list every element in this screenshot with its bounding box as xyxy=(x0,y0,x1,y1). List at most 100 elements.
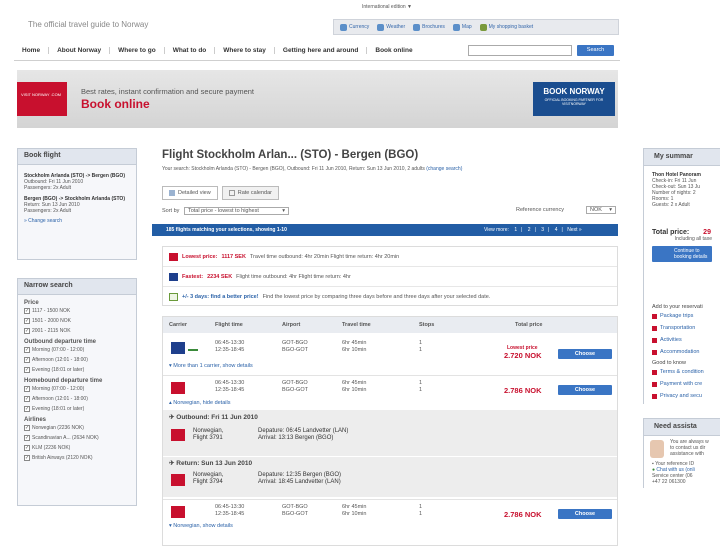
checkbox[interactable]: ✓ xyxy=(24,308,30,314)
payment-link[interactable]: Payment with cre xyxy=(652,378,712,390)
fastest-row[interactable]: Fastest: 2234 SEK Flight time outbound: 4h… xyxy=(163,267,617,287)
checkbox[interactable]: ✓ xyxy=(24,435,30,441)
outbound-time-option[interactable]: ✓ Evening (18:01 or later) xyxy=(24,365,130,375)
choose-button[interactable]: Choose xyxy=(558,385,612,395)
brochures-link[interactable]: Brochures xyxy=(413,23,445,31)
international-edition-link[interactable]: International edition ▼ xyxy=(362,4,412,10)
page-link[interactable]: 1 xyxy=(514,227,517,233)
airport: GOT-BGO xyxy=(282,504,308,510)
choose-button[interactable]: Choose xyxy=(558,509,612,519)
change-search-inline-link[interactable]: (change search) xyxy=(426,166,462,172)
nav-where-to-stay[interactable]: Where to stay xyxy=(215,47,275,54)
shopping-basket-link[interactable]: My shopping basket xyxy=(479,23,533,31)
stops: 1 xyxy=(419,504,423,510)
page-link[interactable]: 2 xyxy=(528,227,531,233)
col-carrier: Carrier xyxy=(169,322,188,328)
col-stops: Stops xyxy=(419,322,435,328)
travel-time: 6hr 45min xyxy=(342,340,367,346)
norwegian-logo-icon xyxy=(171,506,185,518)
page-link[interactable]: 3 xyxy=(541,227,544,233)
show-details-link[interactable]: ▾ More than 1 carrier, show details xyxy=(169,363,253,369)
homebound-time-option[interactable]: ✓ Evening (18:01 or later) xyxy=(24,404,130,414)
homebound-time-option[interactable]: ✓ Morning (07:00 - 12:00) xyxy=(24,384,130,394)
nav-what-to-do[interactable]: What to do xyxy=(165,47,216,54)
nav-book-online[interactable]: Book online xyxy=(367,47,420,54)
lowest-price-row[interactable]: Lowest price: 1117 SEK Travel time outboun… xyxy=(163,247,617,267)
change-search-link[interactable]: » Change search xyxy=(24,218,130,224)
homebound-time-option[interactable]: ✓ Afternoon (12:01 - 18:00) xyxy=(24,394,130,404)
checkbox[interactable]: ✓ xyxy=(24,367,30,373)
airline-option[interactable]: ✓ British Airways (2120 NOK) xyxy=(24,453,130,463)
search-input[interactable] xyxy=(468,45,572,56)
price-filter-option[interactable]: ✓ 1501 - 2000 NOK xyxy=(24,316,130,326)
bullet-icon xyxy=(652,325,657,331)
price-filter-option[interactable]: ✓ 1117 - 1500 NOK xyxy=(24,306,130,316)
airport: BGO-GOT xyxy=(282,511,308,517)
continue-booking-button[interactable]: Continue to booking details xyxy=(652,246,712,262)
checkbox[interactable]: ✓ xyxy=(24,445,30,451)
currency-select[interactable]: NOK ▾ xyxy=(586,206,616,214)
stops: 1 xyxy=(419,511,423,517)
currency-label: Reference currency xyxy=(516,207,564,213)
search-button[interactable]: Search xyxy=(577,45,614,56)
tab-detailed-view[interactable]: Detailed view xyxy=(162,186,218,200)
weather-link[interactable]: Weather xyxy=(377,23,405,31)
book-norway-logo: BOOK NORWAY OFFICIAL BOOKING PARTNER FOR … xyxy=(533,82,615,116)
results-band: 185 flights matching your selections, sh… xyxy=(152,224,618,236)
privacy-link[interactable]: Privacy and secu xyxy=(652,390,712,402)
bullet-icon xyxy=(652,313,657,319)
map-link[interactable]: Map xyxy=(452,23,472,31)
airline-option[interactable]: ✓ KLM (2236 NOK) xyxy=(24,443,130,453)
choose-button[interactable]: Choose xyxy=(558,349,612,359)
checkbox[interactable]: ✓ xyxy=(24,357,30,363)
terms-link[interactable]: Terms & condition xyxy=(652,366,712,378)
results-count: 185 flights matching your selections, sh… xyxy=(166,227,287,233)
show-details-link[interactable]: ▾ Norwegian, show details xyxy=(169,523,233,529)
outbound-details: ✈ Outbound: Fri 11 Jun 2010 Norwegian, Fl… xyxy=(163,410,617,456)
airline-option[interactable]: ✓ Scandinavian A... (2634 NOK) xyxy=(24,433,130,443)
left-sidebar: Book flight Stockholm Arlanda (STO) -> B… xyxy=(17,148,137,506)
checkbox[interactable]: ✓ xyxy=(24,347,30,353)
checkbox[interactable]: ✓ xyxy=(24,328,30,334)
nav-about-norway[interactable]: About Norway xyxy=(49,47,111,54)
transportation-link[interactable]: Transportation xyxy=(652,322,712,334)
page-link[interactable]: 4 xyxy=(555,227,558,233)
return-heading: ✈ Return: Sun 13 Jun 2010 xyxy=(169,460,253,467)
nav-getting-here[interactable]: Getting here and around xyxy=(275,47,368,54)
calendar-icon xyxy=(169,293,178,301)
nav-where-to-go[interactable]: Where to go xyxy=(110,47,165,54)
package-trips-link[interactable]: Package trips xyxy=(652,310,712,322)
sas-logo-icon xyxy=(171,342,185,354)
bullet-icon xyxy=(652,393,657,399)
checkbox[interactable]: ✓ xyxy=(24,318,30,324)
flight-time: 06:45-13:30 xyxy=(215,380,245,386)
currency-link[interactable]: Currency xyxy=(340,23,369,31)
departure-info: Depature: 06:45 Landvetter (LAN) xyxy=(258,428,349,434)
checkbox[interactable]: ✓ xyxy=(24,455,30,461)
hide-details-link[interactable]: ▴ Norwegian, hide details xyxy=(169,400,230,406)
outbound-time-option[interactable]: ✓ Afternoon (12:01 - 18:00) xyxy=(24,355,130,365)
airline-option[interactable]: ✓ Norwegian (2236 NOK) xyxy=(24,423,130,433)
table-row: 06:45-13:30 12:35-18:45 GOT-BGO BGO-GOT 6h… xyxy=(163,375,617,409)
accommodation-link[interactable]: Accommodation xyxy=(652,346,712,358)
next-page-link[interactable]: Next » xyxy=(567,227,581,233)
arrival-info: Arrival: 13:13 Bergen (BGO) xyxy=(258,435,334,441)
outbound-time-option[interactable]: ✓ Morning (07:00 - 12:00) xyxy=(24,345,130,355)
sort-select[interactable]: Total price - lowest to highest ▾ xyxy=(183,207,289,215)
norwegian-small-icon xyxy=(188,345,198,351)
activities-link[interactable]: Activities xyxy=(652,334,712,346)
tab-rate-calendar[interactable]: Rate calendar xyxy=(221,186,279,200)
nav-home[interactable]: Home xyxy=(14,47,50,54)
narrow-search-heading: Narrow search xyxy=(18,279,136,295)
plane-icon: ✈ xyxy=(169,414,175,421)
summary-heading: My summar xyxy=(643,148,720,166)
price-filter-option[interactable]: ✓ 2001 - 2115 NOK xyxy=(24,326,130,336)
carrier-name: Norwegian, xyxy=(193,428,224,434)
flex-dates-row[interactable]: +/- 3 days: find a better price! Find the… xyxy=(163,287,617,307)
checkbox[interactable]: ✓ xyxy=(24,396,30,402)
checkbox[interactable]: ✓ xyxy=(24,386,30,392)
norwegian-logo-icon xyxy=(171,474,185,486)
checkbox[interactable]: ✓ xyxy=(24,425,30,431)
support-agent-avatar xyxy=(650,440,664,458)
checkbox[interactable]: ✓ xyxy=(24,406,30,412)
